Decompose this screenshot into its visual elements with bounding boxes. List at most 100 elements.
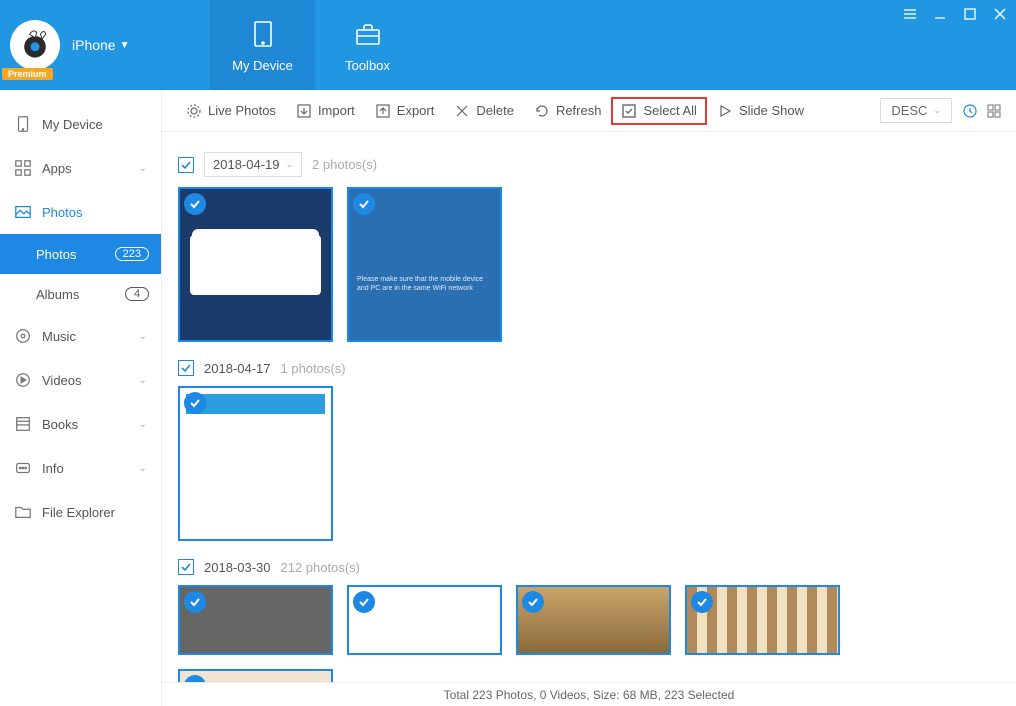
music-icon	[14, 327, 32, 345]
sidebar-item-my-device[interactable]: My Device	[0, 102, 161, 146]
device-selector[interactable]: iPhone ▼	[72, 37, 130, 53]
date-selector[interactable]: 2018-04-19 ⌄	[204, 152, 302, 177]
photo-thumbnail[interactable]	[516, 585, 671, 655]
sidebar-label: My Device	[42, 117, 103, 132]
photo-thumbnail[interactable]	[178, 386, 333, 541]
group-count-label: 212 photos(s)	[281, 560, 361, 575]
tab-my-device[interactable]: My Device	[210, 0, 315, 90]
maximize-icon[interactable]	[962, 6, 978, 22]
thumb-text: Please make sure that the mobile device …	[357, 275, 492, 293]
select-all-icon	[621, 103, 637, 119]
chevron-down-icon: ⌄	[933, 105, 941, 116]
chevron-down-icon: ⌄	[139, 463, 147, 474]
group-date-label: 2018-03-30	[204, 560, 271, 575]
sort-label: DESC	[891, 103, 927, 118]
toolbox-icon	[352, 18, 384, 50]
import-icon	[296, 103, 312, 119]
check-icon	[184, 591, 206, 613]
photo-thumbnail[interactable]: YouTrans 10.10.200.200 requests to conne…	[178, 187, 333, 342]
group-date-label: 2018-04-17	[204, 361, 271, 376]
tab-toolbox[interactable]: Toolbox	[315, 0, 420, 90]
photo-thumbnail[interactable]	[178, 585, 333, 655]
group-checkbox[interactable]	[178, 157, 194, 173]
refresh-button[interactable]: Refresh	[524, 97, 612, 125]
sidebar-label: Info	[42, 461, 64, 476]
group-date-label: 2018-04-19	[213, 157, 280, 172]
check-icon	[691, 591, 713, 613]
sidebar-item-music[interactable]: Music ⌄	[0, 314, 161, 358]
play-icon	[717, 103, 733, 119]
check-icon	[184, 392, 206, 414]
group-checkbox[interactable]	[178, 559, 194, 575]
sidebar-sub-label: Albums	[36, 287, 79, 302]
sidebar-sub-albums[interactable]: Albums 4	[0, 274, 161, 314]
thumb-text: 10.10.200.200 requests to connect. Rejec…	[196, 247, 315, 261]
import-button[interactable]: Import	[286, 97, 365, 125]
sidebar-item-info[interactable]: Info ⌄	[0, 446, 161, 490]
live-photos-button[interactable]: Live Photos	[176, 97, 286, 125]
export-icon	[375, 103, 391, 119]
status-bar: Total 223 Photos, 0 Videos, Size: 68 MB,…	[162, 682, 1016, 706]
photo-thumbnail[interactable]	[685, 585, 840, 655]
tab-label: My Device	[232, 58, 293, 73]
chevron-down-icon: ▼	[120, 40, 130, 51]
sidebar-label: Music	[42, 329, 76, 344]
sidebar-label: Videos	[42, 373, 82, 388]
sidebar-item-videos[interactable]: Videos ⌄	[0, 358, 161, 402]
menu-icon[interactable]	[902, 6, 918, 22]
toolbar-label: Slide Show	[739, 103, 804, 118]
count-badge: 223	[115, 247, 149, 261]
minimize-icon[interactable]	[932, 6, 948, 22]
photo-thumbnail[interactable]	[347, 585, 502, 655]
chevron-down-icon: ⌄	[139, 331, 147, 342]
toolbar-label: Import	[318, 103, 355, 118]
check-icon	[184, 675, 206, 682]
device-name-label: iPhone	[72, 37, 116, 53]
chevron-down-icon: ⌄	[139, 163, 147, 174]
delete-icon	[454, 103, 470, 119]
group-count-label: 1 photos(s)	[281, 361, 346, 376]
slide-show-button[interactable]: Slide Show	[707, 97, 814, 125]
sidebar-item-books[interactable]: Books ⌄	[0, 402, 161, 446]
chevron-down-icon: ⌄	[139, 375, 147, 386]
close-icon[interactable]	[992, 6, 1008, 22]
app-logo	[10, 20, 60, 70]
sidebar-label: File Explorer	[42, 505, 115, 520]
premium-badge: Premium	[2, 68, 53, 80]
toolbar-label: Refresh	[556, 103, 602, 118]
sidebar-sub-photos[interactable]: Photos 223	[0, 234, 161, 274]
sidebar-item-photos[interactable]: Photos	[0, 190, 161, 234]
check-icon	[353, 591, 375, 613]
grid-view-icon[interactable]	[986, 103, 1002, 119]
thumb-text: Reject	[196, 267, 256, 282]
sidebar-label: Books	[42, 417, 78, 432]
refresh-icon	[534, 103, 550, 119]
sort-button[interactable]: DESC ⌄	[880, 98, 952, 123]
toolbar-label: Export	[397, 103, 435, 118]
group-checkbox[interactable]	[178, 360, 194, 376]
toolbar-label: Live Photos	[208, 103, 276, 118]
select-all-button[interactable]: Select All	[611, 97, 706, 125]
chevron-down-icon: ⌄	[286, 159, 294, 170]
videos-icon	[14, 371, 32, 389]
photos-icon	[14, 203, 32, 221]
books-icon	[14, 415, 32, 433]
check-icon	[184, 193, 206, 215]
photo-thumbnail[interactable]	[178, 669, 333, 682]
count-badge: 4	[125, 287, 149, 301]
sidebar-sub-label: Photos	[36, 247, 76, 262]
check-icon	[353, 193, 375, 215]
live-photos-icon	[186, 103, 202, 119]
check-icon	[522, 591, 544, 613]
info-icon	[14, 459, 32, 477]
sidebar-item-file-explorer[interactable]: File Explorer	[0, 490, 161, 534]
toolbar-label: Delete	[476, 103, 514, 118]
export-button[interactable]: Export	[365, 97, 445, 125]
clock-icon[interactable]	[962, 103, 978, 119]
photo-thumbnail[interactable]: Please make sure that the mobile device …	[347, 187, 502, 342]
tab-label: Toolbox	[345, 58, 390, 73]
delete-button[interactable]: Delete	[444, 97, 524, 125]
toolbar-label: Select All	[643, 103, 696, 118]
apps-icon	[14, 159, 32, 177]
sidebar-item-apps[interactable]: Apps ⌄	[0, 146, 161, 190]
